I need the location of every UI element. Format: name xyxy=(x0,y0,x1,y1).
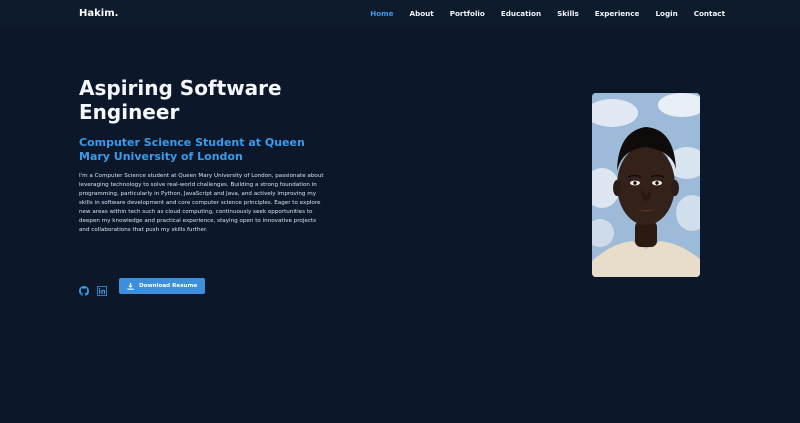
profile-photo xyxy=(592,93,700,277)
nav-link-education[interactable]: Education xyxy=(501,9,541,18)
nav-link-experience[interactable]: Experience xyxy=(595,9,640,18)
hero-subtitle: Computer Science Student at Queen Mary U… xyxy=(79,136,305,163)
nav-link-login[interactable]: Login xyxy=(655,9,677,18)
brand-logo[interactable]: Hakim. xyxy=(79,8,118,19)
download-resume-label: Download Resume xyxy=(139,283,198,289)
download-icon xyxy=(127,282,134,290)
navbar: Hakim. Home About Portfolio Education Sk… xyxy=(0,0,800,28)
hero-bio: I'm a Computer Science student at Queen … xyxy=(79,173,324,233)
linkedin-icon[interactable] xyxy=(96,281,108,297)
nav-link-skills[interactable]: Skills xyxy=(557,9,579,18)
nav-link-contact[interactable]: Contact xyxy=(694,9,725,18)
nav-link-about[interactable]: About xyxy=(410,9,434,18)
nav-link-portfolio[interactable]: Portfolio xyxy=(450,9,485,18)
portfolio-page: Hakim. Home About Portfolio Education Sk… xyxy=(0,0,800,423)
nav-links: Home About Portfolio Education Skills Ex… xyxy=(354,9,725,18)
github-icon[interactable] xyxy=(79,281,90,296)
download-resume-button[interactable]: Download Resume xyxy=(119,278,206,294)
nav-link-home[interactable]: Home xyxy=(370,9,393,18)
hero-actions: Download Resume xyxy=(79,278,206,297)
hero-title: Aspiring Software Engineer xyxy=(79,76,282,124)
